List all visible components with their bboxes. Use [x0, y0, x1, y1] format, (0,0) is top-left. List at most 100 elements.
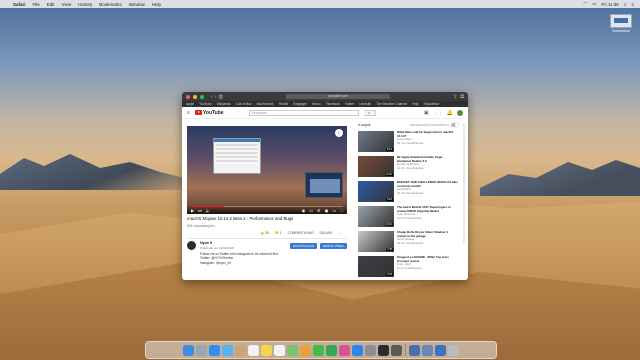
desktop-file[interactable]: Screenshot: [610, 14, 632, 33]
battery-icon[interactable]: ▭: [592, 1, 596, 7]
favorite-item[interactable]: Cult of Mac: [236, 102, 252, 106]
video-player[interactable]: i ▶ ⏭ 🔈 ◉ ▭ ⚙ ▣ ▭ ⛶: [187, 126, 347, 214]
prefs-icon[interactable]: [365, 344, 376, 356]
activity-icon[interactable]: [391, 344, 402, 356]
recommendation-thumbnail[interactable]: 8:14: [358, 131, 394, 152]
reminders-icon[interactable]: [274, 344, 285, 356]
progress-bar[interactable]: [191, 206, 343, 207]
notes-icon[interactable]: [261, 344, 272, 356]
close-button[interactable]: [186, 94, 190, 99]
more-button[interactable]: ...: [338, 231, 341, 235]
minimize-button[interactable]: [193, 94, 197, 99]
messages-icon[interactable]: [313, 344, 324, 356]
autoplay-toggle-icon[interactable]: ◉: [302, 208, 306, 213]
menu-view[interactable]: View: [62, 2, 72, 7]
share-icon[interactable]: ⇪: [453, 94, 457, 100]
favorite-item[interactable]: Engadget: [293, 102, 307, 106]
recommendation-item[interactable]: 8:14 What Macs will be Supported in macOS…: [358, 130, 458, 152]
itunes-icon[interactable]: [339, 344, 350, 356]
recommendation-thumbnail[interactable]: 5:22: [358, 181, 394, 202]
calendar-icon[interactable]: [248, 344, 259, 356]
photos-icon[interactable]: [300, 344, 311, 356]
autoplay-toggle[interactable]: [451, 123, 458, 127]
favorite-item[interactable]: LinkedIn: [359, 102, 371, 106]
zoom-button[interactable]: [200, 94, 204, 99]
address-bar[interactable]: youtube.com: [286, 94, 391, 99]
recommendation-thumbnail[interactable]: 4:33: [358, 256, 394, 277]
menu-window[interactable]: Window: [129, 2, 145, 7]
dislike-button[interactable]: 👎 1: [275, 231, 282, 235]
like-button[interactable]: 👍 38: [260, 231, 269, 235]
avatar[interactable]: [457, 109, 463, 116]
menu-help[interactable]: Help: [152, 2, 161, 7]
theater-icon[interactable]: ▭: [332, 208, 336, 213]
tabs-icon[interactable]: ⧉: [460, 94, 464, 100]
sidebar-icon[interactable]: ▥: [218, 94, 223, 100]
favorite-item[interactable]: Reddit: [279, 102, 288, 106]
scrollbar[interactable]: [463, 123, 465, 243]
play-icon[interactable]: ▶: [191, 208, 194, 213]
channel-name[interactable]: Nyxx 9: [200, 241, 234, 245]
save-button[interactable]: SALVAR: [319, 231, 332, 235]
info-icon[interactable]: i: [335, 129, 343, 137]
favorite-item[interactable]: Yahoo: [312, 102, 321, 106]
forward-icon[interactable]: ›: [215, 94, 217, 100]
facetime-icon[interactable]: [326, 344, 337, 356]
terminal-icon[interactable]: [378, 344, 389, 356]
finder-icon[interactable]: [183, 344, 194, 356]
recommendation-item[interactable]: 7:45 Cheap Rolls Royce Silver Shadow 1 re…: [358, 230, 458, 252]
safari-icon[interactable]: [209, 344, 220, 356]
menu-file[interactable]: File: [33, 2, 40, 7]
recommendation-item[interactable]: 10:10 The latest Mobile 2017 Supertogers …: [358, 205, 458, 227]
recommendation-item[interactable]: 12:01 Mr Apple Branded Fanatic Cage - Har…: [358, 155, 458, 177]
youtube-logo[interactable]: YouTube: [194, 110, 224, 116]
appstore-icon[interactable]: [352, 344, 363, 356]
settings-icon[interactable]: ⚙: [317, 208, 321, 213]
screenshot-icon[interactable]: [409, 344, 420, 356]
spotlight-icon[interactable]: ⌕: [624, 2, 627, 7]
next-icon[interactable]: ⏭: [198, 208, 202, 213]
favorite-item[interactable]: Wikipedia: [217, 102, 231, 106]
upload-icon[interactable]: ▣: [424, 110, 429, 116]
favorite-item[interactable]: TripAdvisor: [423, 102, 439, 106]
launchpad-icon[interactable]: [196, 344, 207, 356]
fullscreen-icon[interactable]: ⛶: [340, 208, 343, 213]
search-icon[interactable]: ⌕: [363, 109, 376, 116]
back-icon[interactable]: ‹: [211, 94, 213, 100]
favorite-item[interactable]: YouTube: [199, 102, 212, 106]
recommendation-thumbnail[interactable]: 7:45: [358, 231, 394, 252]
favorite-item[interactable]: Twitter: [345, 102, 354, 106]
favorite-item[interactable]: MacRumors: [257, 102, 274, 106]
share-button[interactable]: COMPARTILHAR: [288, 231, 314, 235]
menu-bookmarks[interactable]: Bookmarks: [99, 2, 122, 7]
menu-clock[interactable]: Fri 11:36: [601, 2, 618, 7]
menu-icon[interactable]: ≡: [187, 110, 190, 116]
trash-icon[interactable]: [448, 344, 459, 356]
captions-icon[interactable]: ▭: [309, 208, 313, 213]
analytics-button[interactable]: ESTATÍSTICAS: [290, 243, 317, 249]
maps-icon[interactable]: [287, 344, 298, 356]
recommendation-thumbnail[interactable]: 12:01: [358, 156, 394, 177]
contacts-icon[interactable]: [235, 344, 246, 356]
search-input[interactable]: Pesquisar: [248, 109, 359, 116]
menu-list-icon[interactable]: ≡: [631, 2, 634, 7]
mail-icon[interactable]: [222, 344, 233, 356]
apps-icon[interactable]: ⋮⋮: [433, 110, 443, 116]
favorite-item[interactable]: Apple: [186, 102, 194, 106]
favorite-item[interactable]: The Weather Channel: [376, 102, 407, 106]
recommendation-thumbnail[interactable]: 10:10: [358, 206, 394, 227]
menu-app-name[interactable]: Safari: [13, 2, 26, 7]
volume-icon[interactable]: 🔈: [206, 208, 211, 213]
menu-edit[interactable]: Edit: [47, 2, 55, 7]
window-icon[interactable]: [422, 344, 433, 356]
favorite-item[interactable]: Facebook: [326, 102, 340, 106]
wifi-icon[interactable]: ◠: [583, 1, 587, 7]
favorite-item[interactable]: Yelp: [412, 102, 418, 106]
miniplayer-icon[interactable]: ▣: [325, 208, 329, 213]
notifications-icon[interactable]: 🔔: [447, 110, 453, 116]
recommendation-item[interactable]: 4:33 Peugeot e-LEGEND - 360m Top Cars Con…: [358, 255, 458, 277]
edit-video-button[interactable]: EDITAR VÍDEO: [319, 243, 347, 249]
recommendation-item[interactable]: 5:22 BUDGET AND CHALLENGE $1000 old tabs …: [358, 180, 458, 202]
menu-history[interactable]: History: [78, 2, 92, 7]
downloads-icon[interactable]: [435, 344, 446, 356]
